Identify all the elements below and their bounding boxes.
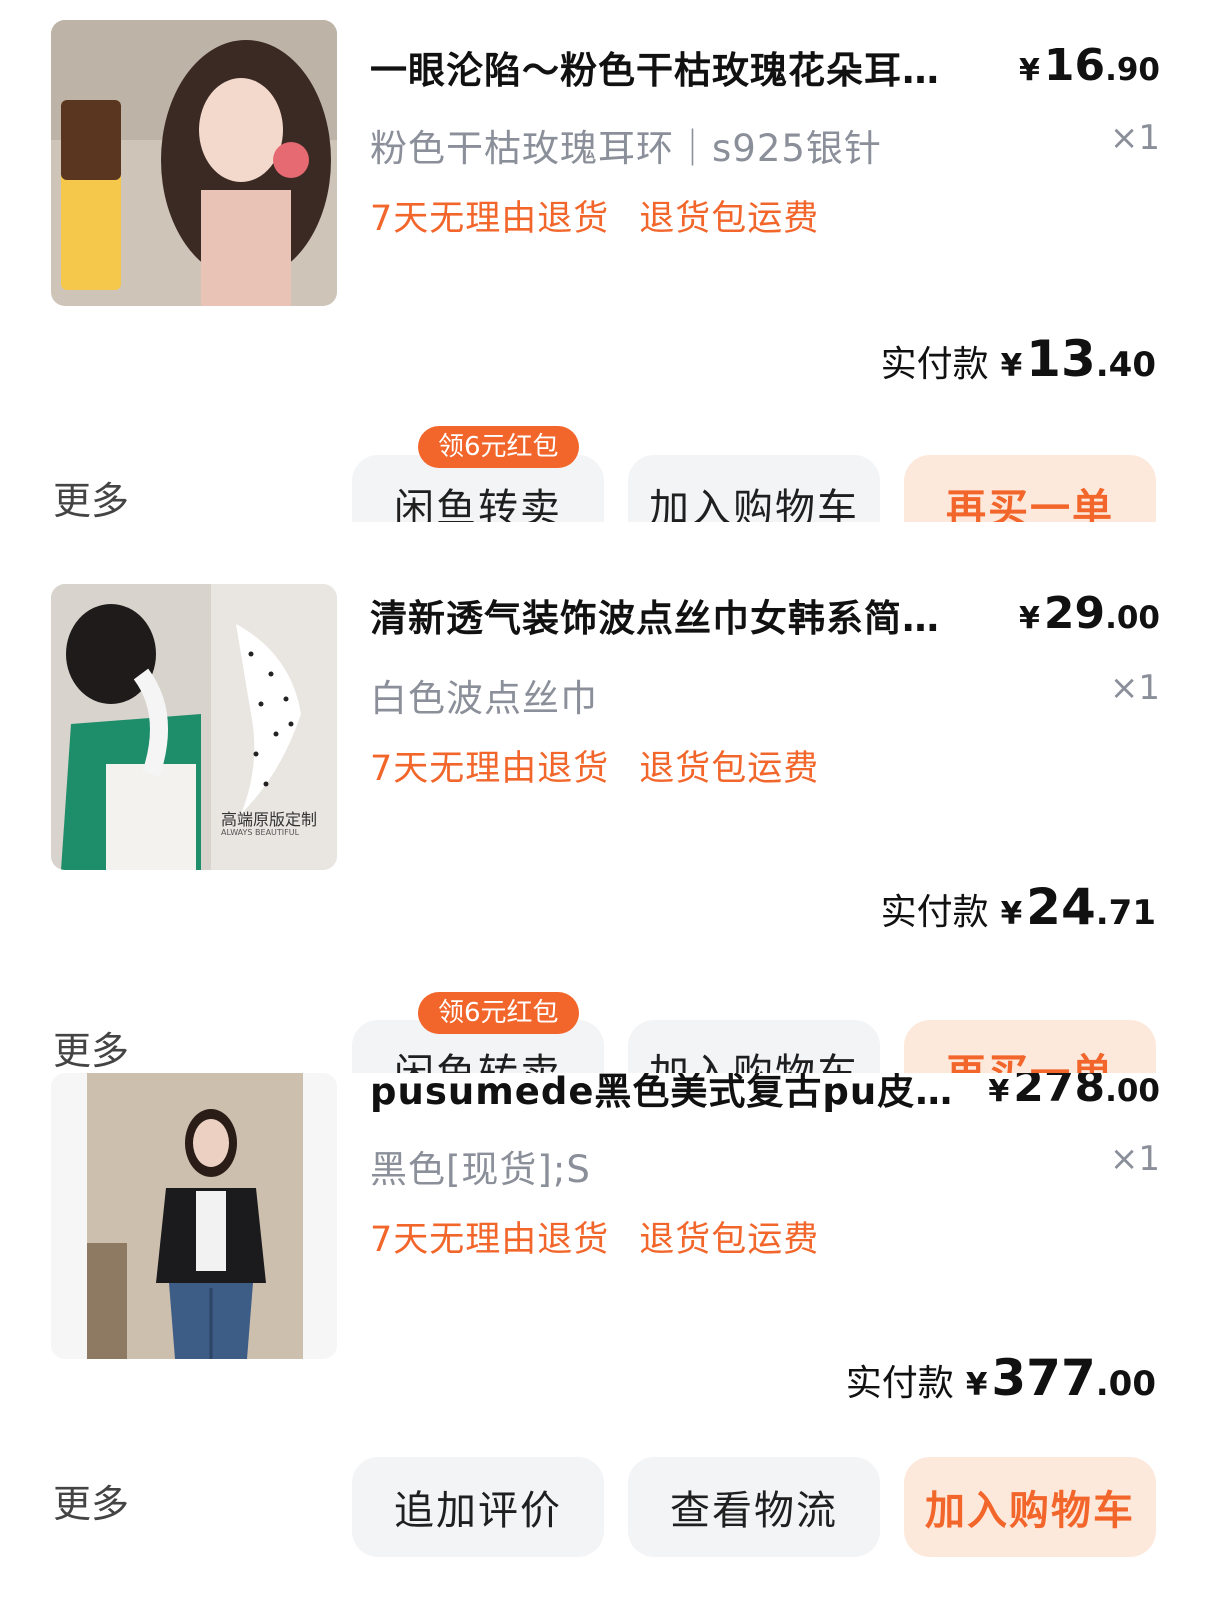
tag-return-7days: 7天无理由退货 <box>370 1220 610 1260</box>
product-spec: 粉色干枯玫瑰耳环｜s925银针 <box>370 127 882 170</box>
more-button[interactable]: 更多 <box>53 470 129 522</box>
product-price: ¥29.00 <box>1018 588 1160 639</box>
order-card-3: pusumede黑色美式复古pu皮… ¥278.00 黑色[现货];S ×1 7… <box>0 1073 1206 1608</box>
image-subcaption: ALWAYS BEAUTIFUL <box>221 828 300 837</box>
add-to-cart-button[interactable]: 加入购物车 <box>628 1020 880 1073</box>
service-tags: 7天无理由退货 退货包运费 <box>370 1211 819 1262</box>
buy-again-button[interactable]: 再买一单 <box>904 1020 1156 1073</box>
product-quantity: ×1 <box>1109 668 1160 708</box>
image-caption: 高端原版定制 <box>221 810 318 829</box>
track-shipment-button[interactable]: 查看物流 <box>628 1457 880 1557</box>
red-packet-badge: 领6元红包 <box>418 992 579 1034</box>
tag-return-7days: 7天无理由退货 <box>370 199 610 239</box>
add-review-button[interactable]: 追加评价 <box>352 1457 604 1557</box>
product-image-jacket[interactable] <box>51 1073 337 1359</box>
paid-amount: 实付款 ¥377.00 <box>845 1349 1156 1407</box>
tag-return-shipping: 退货包运费 <box>639 199 820 239</box>
tag-return-shipping: 退货包运费 <box>639 1220 820 1260</box>
product-spec: 白色波点丝巾 <box>370 677 598 720</box>
service-tags: 7天无理由退货 退货包运费 <box>370 740 819 791</box>
more-button[interactable]: 更多 <box>53 1473 129 1528</box>
add-to-cart-button[interactable]: 加入购物车 <box>904 1457 1156 1557</box>
tag-return-7days: 7天无理由退货 <box>370 749 610 789</box>
paid-amount: 实付款 ¥24.71 <box>880 878 1156 936</box>
paid-amount: 实付款 ¥13.40 <box>880 330 1156 388</box>
product-title[interactable]: pusumede黑色美式复古pu皮… <box>370 1073 980 1115</box>
product-quantity: ×1 <box>1109 118 1160 158</box>
product-spec: 黑色[现货];S <box>370 1148 591 1191</box>
product-title[interactable]: 一眼沦陷～粉色干枯玫瑰花朵耳… <box>370 40 980 94</box>
add-to-cart-button[interactable]: 加入购物车 <box>628 455 880 522</box>
product-photo-icon <box>51 20 337 306</box>
product-quantity: ×1 <box>1109 1139 1160 1179</box>
order-card-2: 高端原版定制 ALWAYS BEAUTIFUL 清新透气装饰波点丝巾女韩系简… … <box>0 568 1206 1073</box>
product-image-scarf[interactable]: 高端原版定制 ALWAYS BEAUTIFUL <box>51 584 337 870</box>
red-packet-badge: 领6元红包 <box>418 426 579 468</box>
buy-again-button[interactable]: 再买一单 <box>904 455 1156 522</box>
product-image-earrings[interactable] <box>51 20 337 306</box>
service-tags: 7天无理由退货 退货包运费 <box>370 190 819 241</box>
product-price: ¥16.90 <box>1018 40 1160 91</box>
tag-return-shipping: 退货包运费 <box>639 749 820 789</box>
order-card-1: 一眼沦陷～粉色干枯玫瑰花朵耳… ¥16.90 粉色干枯玫瑰耳环｜s925银针 ×… <box>0 0 1206 522</box>
more-button[interactable]: 更多 <box>53 1020 129 1073</box>
product-price: ¥278.00 <box>988 1073 1160 1112</box>
product-photo-icon <box>51 1073 337 1359</box>
product-title[interactable]: 清新透气装饰波点丝巾女韩系简… <box>370 588 980 642</box>
